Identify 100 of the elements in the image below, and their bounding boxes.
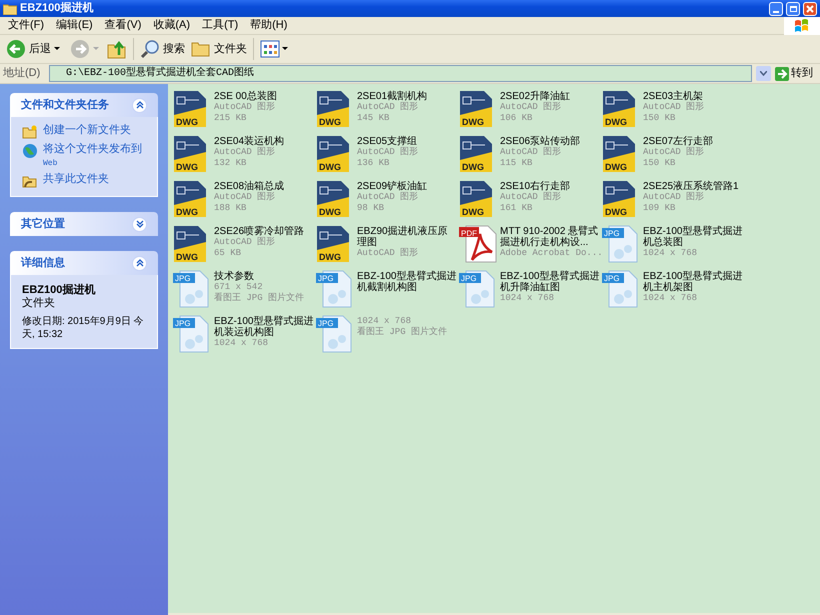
file-detail: 150 KB <box>643 113 676 124</box>
file-detail: AutoCAD 图形 <box>214 147 276 158</box>
file-detail: 98 KB <box>357 203 386 214</box>
menu-item[interactable]: 文件(F) <box>2 17 50 34</box>
panel-header[interactable]: 详细信息 <box>10 251 158 275</box>
file-name[interactable]: 2SE04装运机构 <box>214 136 314 147</box>
task-link[interactable]: 将这个文件夹发布到 Web <box>43 143 142 170</box>
caret-icon <box>760 71 767 76</box>
file-name[interactable]: 2SE06泵站传动部 <box>500 136 600 147</box>
file-detail: 188 KB <box>214 203 248 214</box>
folders-button[interactable]: 文件夹 <box>191 40 247 58</box>
file-name[interactable]: EBZ90掘进机液压原理图 <box>357 226 457 248</box>
task-link[interactable]: 创建一个新文件夹 <box>43 124 131 137</box>
caret-icon <box>54 47 60 51</box>
file-detail: AutoCAD 图形 <box>643 147 706 158</box>
caret-icon <box>93 47 99 51</box>
go-arrow-icon <box>775 66 789 80</box>
file-name[interactable]: EBZ-100型悬臂式掘进机主机架图 <box>643 271 743 293</box>
file-detail: AutoCAD 图形 <box>500 102 562 113</box>
file-detail: AutoCAD 图形 <box>643 192 706 203</box>
file-detail: AutoCAD 图形 <box>214 192 276 203</box>
menu-item[interactable]: 编辑(E) <box>50 17 99 34</box>
file-name[interactable]: 2SE26喷雾冷却管路 <box>214 226 314 237</box>
address-label: 地址(D) <box>3 66 42 82</box>
file-detail: AutoCAD 图形 <box>214 237 276 248</box>
menu-item[interactable]: 收藏(A) <box>147 17 196 34</box>
file-detail: 161 KB <box>500 203 534 214</box>
file-detail: 1024 x 768 <box>643 248 698 259</box>
file-detail: AutoCAD 图形 <box>500 192 562 203</box>
folder-icon <box>3 2 17 14</box>
file-detail: 115 KB <box>500 158 534 169</box>
file-detail: 106 KB <box>500 113 534 124</box>
up-folder-icon[interactable] <box>107 39 127 59</box>
file-detail: 150 KB <box>643 158 676 169</box>
folder-icon <box>22 124 38 140</box>
file-detail: 671 x 542 <box>214 282 264 292</box>
file-detail: 132 KB <box>214 158 248 169</box>
search-button[interactable]: 搜索 <box>140 39 185 59</box>
views-button[interactable] <box>260 40 288 58</box>
menu-item[interactable]: 工具(T) <box>196 17 244 34</box>
file-detail: AutoCAD 图形 <box>500 147 562 158</box>
file-name[interactable]: EBZ-100型悬臂式掘进机升降油缸图 <box>500 271 600 293</box>
restore-button[interactable] <box>786 2 800 16</box>
go-button[interactable]: 转到 <box>775 65 817 82</box>
file-detail: 145 KB <box>357 113 390 124</box>
folder-icon <box>191 40 211 58</box>
file-detail: AutoCAD 图形 <box>357 192 420 203</box>
close-button[interactable] <box>803 2 817 16</box>
view-grid-icon <box>260 40 280 58</box>
close-icon <box>806 4 814 12</box>
file-detail: 136 KB <box>357 158 390 169</box>
file-name[interactable]: 2SE08油箱总成 <box>214 181 314 192</box>
modified-date: 修改日期: 2015年9月9日 今天, 15:32 <box>22 315 145 341</box>
file-name[interactable]: 2SE09铲板油缸 <box>357 181 457 192</box>
file-detail: AutoCAD 图形 <box>357 147 420 158</box>
task-link[interactable]: 共享此文件夹 <box>43 173 109 186</box>
file-name[interactable]: 2SE10右行走部 <box>500 181 600 192</box>
file-name[interactable]: EBZ-100型悬臂式掘进机装运机构图 <box>214 316 314 338</box>
window-title: EBZ100掘进机 <box>20 0 94 16</box>
file-detail: 1024 x 768 <box>500 293 556 304</box>
file-name[interactable]: 2SE05支撑组 <box>357 136 457 147</box>
chevron-icon <box>132 216 147 232</box>
menu-item[interactable]: 帮助(H) <box>244 17 294 34</box>
file-detail: 看图王 JPG 图片文件 <box>214 293 306 304</box>
file-detail: 65 KB <box>214 248 242 259</box>
file-detail: 看图王 JPG 图片文件 <box>357 327 448 338</box>
file-detail: 1024 x 768 <box>214 338 270 349</box>
file-detail: AutoCAD 图形 <box>357 102 420 113</box>
file-name[interactable]: MTT 910-2002 悬臂式掘进机行走机构设... <box>500 226 600 248</box>
globe-icon <box>22 143 38 159</box>
search-icon <box>140 39 160 59</box>
file-detail: AutoCAD 图形 <box>357 248 420 259</box>
file-detail: 215 KB <box>214 113 248 124</box>
menu-item[interactable]: 查看(V) <box>98 17 148 34</box>
dropdown-button[interactable] <box>756 66 771 81</box>
file-detail: Adobe Acrobat Do... <box>500 248 600 259</box>
file-name[interactable]: 2SE01截割机构 <box>357 91 457 102</box>
file-detail: 109 KB <box>643 203 676 214</box>
file-name[interactable]: EBZ-100型悬臂式掘进机截割机构图 <box>357 271 457 293</box>
file-name[interactable]: 2SE07左行走部 <box>643 136 743 147</box>
chevron-icon <box>132 256 147 270</box>
file-name[interactable]: 2SE03主机架 <box>643 91 743 102</box>
item-name: EBZ100掘进机 <box>22 284 96 296</box>
address-field[interactable]: G:\EBZ-100型悬臂式掘进机全套CAD图纸 <box>49 65 752 82</box>
minimize-button[interactable] <box>769 2 783 16</box>
back-button[interactable]: 后退 <box>4 39 62 59</box>
item-type: 文件夹 <box>22 297 56 310</box>
file-name[interactable]: 2SE25液压系统管路1 <box>643 181 743 192</box>
file-name[interactable]: 2SE02升降油缸 <box>500 91 600 102</box>
panel-header[interactable]: 其它位置 <box>10 212 158 236</box>
panel-header[interactable]: 文件和文件夹任务 <box>10 93 158 117</box>
file-name[interactable]: 技术参数 <box>214 271 314 282</box>
caret-icon <box>282 47 288 51</box>
windows-logo-icon <box>784 16 820 34</box>
file-name[interactable]: EBZ-100型悬臂式掘进机总装图 <box>643 226 743 248</box>
file-detail: AutoCAD 图形 <box>214 102 276 113</box>
file-name[interactable]: 2SE 00总装图 <box>214 91 314 102</box>
file-detail: 1024 x 768 <box>357 316 412 326</box>
file-detail: 1024 x 768 <box>643 293 698 304</box>
chevron-icon <box>132 98 147 112</box>
